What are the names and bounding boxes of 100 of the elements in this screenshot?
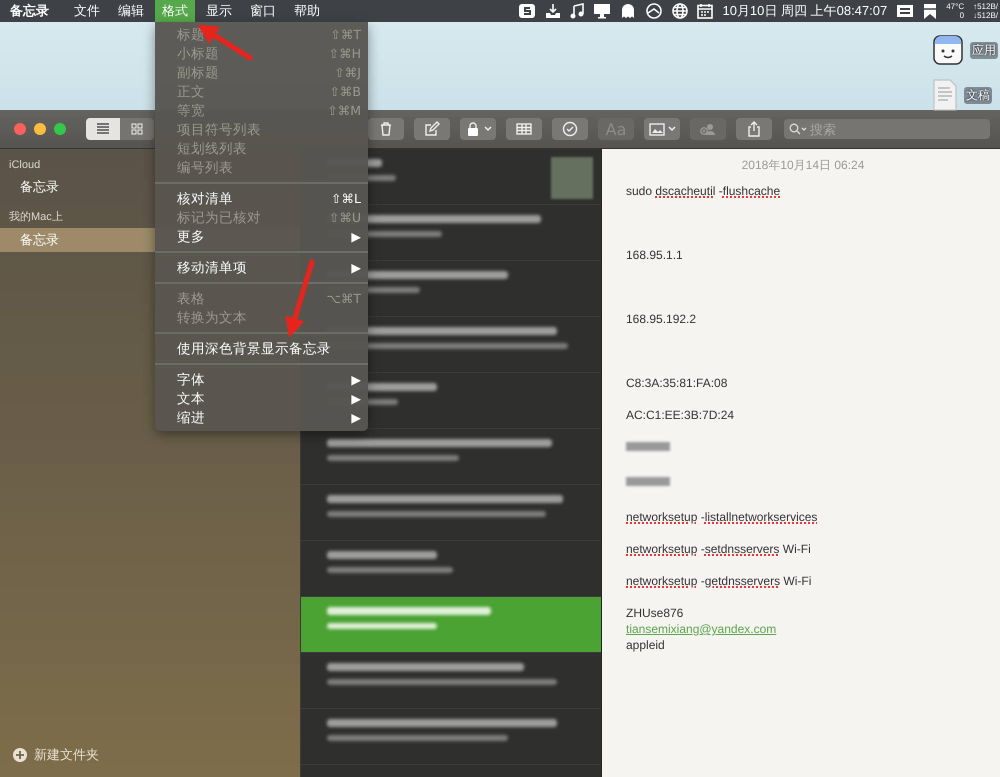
shortcut-label: ⇧⌘B — [329, 84, 361, 99]
note-text-line: networksetup -setdnsservers Wi-Fi — [626, 541, 812, 557]
note-date: 2018年10月14日 06:24 — [740, 157, 866, 174]
download-tray-icon[interactable] — [545, 3, 562, 19]
sidebar-section-title: iCloud — [9, 159, 40, 171]
note-text-line: AC:C1:EE:3B:7D:24 — [626, 407, 736, 423]
display-icon[interactable] — [896, 4, 914, 18]
menu-item-label: 等宽 — [177, 102, 205, 120]
note-text-line: 168.95.1.1 — [626, 247, 684, 263]
shortcut-label: ⇧⌘L — [331, 191, 361, 206]
menu-item-label: 缩进 — [177, 408, 205, 426]
shortcut-label: ⌥⌘T — [326, 291, 361, 306]
shortcut-label: ⇧⌘M — [327, 103, 361, 118]
note-text-line: 168.95.192.2 — [626, 311, 698, 327]
grid-view-icon — [129, 121, 145, 137]
desktop-icon-label[interactable]: 文稿 — [964, 86, 992, 104]
blurred-text — [626, 477, 670, 486]
new-folder-link[interactable]: 新建文件夹 — [34, 746, 99, 764]
note-text-line: networksetup -listallnetworkservices — [626, 509, 818, 525]
menu-bar-item[interactable]: 窗口 — [243, 0, 283, 22]
s-logo-icon[interactable] — [518, 3, 536, 19]
media-button[interactable] — [644, 118, 680, 140]
menu-item[interactable]: 字体 ▶ — [155, 370, 368, 389]
calendar-icon[interactable] — [697, 3, 714, 19]
menu-item[interactable]: 移动清单项 ▶ — [155, 258, 368, 277]
menu-item[interactable]: 缩进 ▶ — [155, 408, 368, 427]
add-person-icon — [700, 121, 716, 137]
globe-icon[interactable] — [672, 3, 688, 19]
menu-item-label: 文本 — [177, 390, 205, 408]
delete-button[interactable] — [368, 118, 404, 140]
menu-item-label: 小标题 — [177, 44, 219, 62]
share-icon — [746, 121, 762, 137]
note-text-line: sudo dscacheutil -flushcache — [626, 183, 782, 199]
submenu-arrow: ▶ — [351, 372, 361, 387]
note-text-line: ZHUse876 — [626, 605, 684, 621]
music-note-icon[interactable] — [570, 3, 584, 19]
menu-bar-item[interactable]: 显示 — [199, 0, 239, 22]
share-button[interactable] — [736, 118, 772, 140]
submenu-arrow: ▶ — [351, 229, 361, 244]
caret-icon — [484, 126, 492, 132]
menu-bar-item[interactable]: 帮助 — [287, 0, 327, 22]
compose-button[interactable] — [414, 118, 450, 140]
menu-item-label: 标题 — [177, 26, 205, 44]
list-view-button[interactable] — [86, 118, 120, 140]
table-button[interactable] — [506, 118, 542, 140]
note-text-line: appleid — [626, 637, 666, 653]
menu-item-label: 字体 — [177, 370, 205, 388]
note-text-line: C8:3A:35:81:FA:08 — [626, 375, 728, 391]
menu-item-label: 项目符号列表 — [177, 120, 261, 138]
menu-bar-item[interactable]: 编辑 — [111, 0, 151, 22]
checklist-button[interactable] — [552, 118, 588, 140]
submenu-arrow: ▶ — [351, 410, 361, 425]
temperature-reading: 47°C — [946, 2, 964, 11]
menu-bar-item[interactable]: 格式 — [155, 0, 195, 22]
menu-bar-clock[interactable]: 10月10日 周四 上午08:47:07 — [722, 2, 888, 20]
menu-item-label: 转换为文本 — [177, 308, 247, 326]
lock-button[interactable] — [460, 118, 496, 140]
menu-item-label: 副标题 — [177, 64, 219, 82]
minimize-button[interactable] — [34, 123, 46, 135]
checkmark-circle-icon — [562, 121, 578, 137]
menu-item-label: 短划线列表 — [177, 140, 247, 158]
photo-icon — [648, 121, 664, 137]
trash-icon — [378, 121, 394, 137]
monitor-icon[interactable] — [593, 3, 612, 19]
sidebar-section-title: 我的Mac上 — [9, 210, 63, 224]
app-menu[interactable]: 备忘录 — [10, 2, 49, 20]
ghost-icon[interactable] — [620, 3, 636, 19]
pencil-square-icon — [424, 121, 440, 137]
plus-circle-icon[interactable] — [12, 747, 28, 763]
note-list-row[interactable] — [301, 597, 601, 653]
smiley-app-icon[interactable] — [932, 34, 964, 66]
menu-item-label: 正文 — [177, 82, 205, 100]
submenu-arrow: ▶ — [351, 391, 361, 406]
menu-item[interactable]: 文本 ▶ — [155, 389, 368, 408]
email-link[interactable]: tiansemixiang@yandex.com — [626, 621, 980, 637]
menu-item-label: 表格 — [177, 290, 205, 308]
upload-speed: ↑512B/ — [973, 2, 998, 11]
table-icon — [516, 121, 532, 137]
submenu-arrow: ▶ — [351, 260, 361, 275]
zoom-button[interactable] — [54, 123, 66, 135]
blurred-text — [626, 442, 670, 451]
menu-item[interactable]: 使用深色背景显示备忘录 — [155, 339, 368, 358]
shortcut-label: ⇧⌘U — [328, 210, 361, 225]
desktop-icon-label[interactable]: 应用 — [970, 42, 998, 58]
grid-view-button[interactable] — [120, 118, 154, 140]
menu-bar-item[interactable]: 文件 — [67, 0, 107, 22]
note-text-line: networksetup -getdnsservers Wi-Fi — [626, 573, 812, 589]
menu-item-label: 使用深色背景显示备忘录 — [177, 340, 331, 358]
shortcut-label: ⇧⌘T — [330, 27, 361, 42]
menu-item-label: 标记为已核对 — [177, 208, 261, 226]
menu-item[interactable]: 核对清单 ⇧⌘L — [155, 189, 368, 208]
bookmark-icon[interactable] — [923, 3, 938, 19]
download-speed: ↓512B/ — [973, 11, 998, 20]
menu-item-label: 移动清单项 — [177, 258, 247, 276]
menu-item-label: 核对清单 — [177, 190, 233, 208]
menu-item-label: 更多 — [177, 228, 205, 246]
caret-icon — [668, 126, 676, 132]
shortcut-label: ⇧⌘J — [334, 65, 361, 80]
blurred-thumbnail — [551, 157, 593, 199]
menu-item-label: 编号列表 — [177, 158, 233, 176]
